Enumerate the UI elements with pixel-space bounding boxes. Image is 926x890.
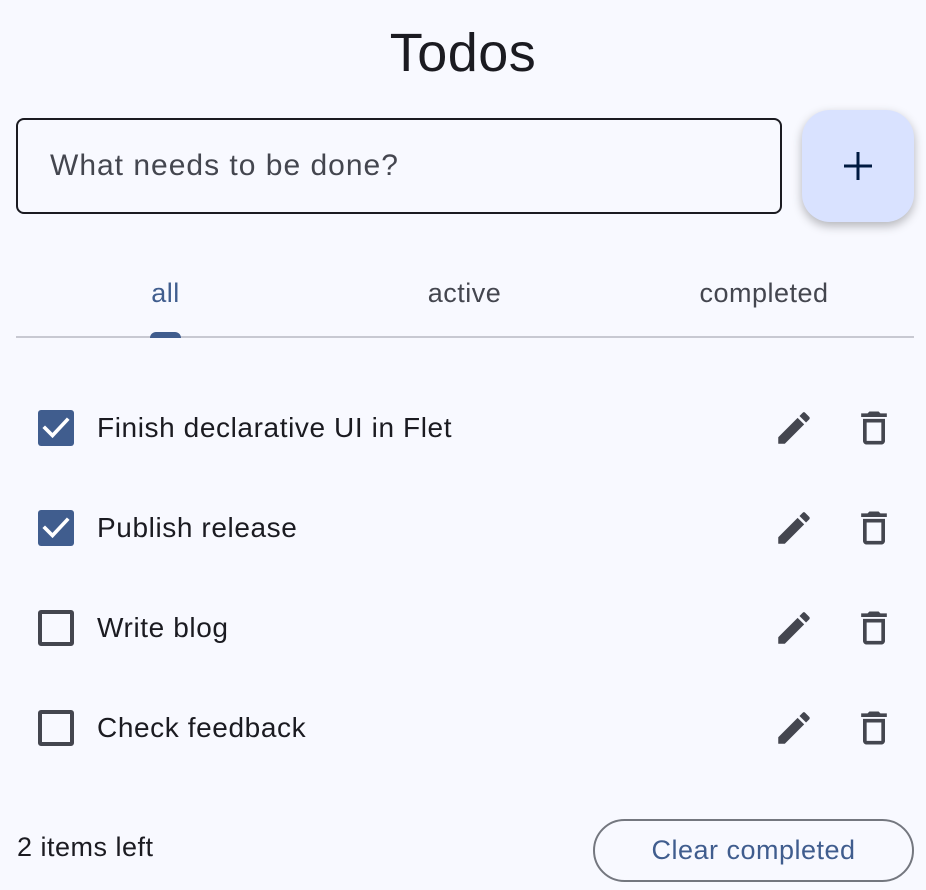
task-label: Check feedback <box>97 712 307 743</box>
edit-task-button[interactable] <box>764 498 824 558</box>
pencil-icon <box>778 412 810 444</box>
trash-icon <box>861 511 887 545</box>
task-label: Write blog <box>97 612 229 643</box>
edit-task-button[interactable] <box>764 598 824 658</box>
tab-active[interactable]: active <box>315 250 614 336</box>
tab-all-label: all <box>151 277 180 308</box>
delete-task-button[interactable] <box>844 398 904 458</box>
delete-task-button[interactable] <box>844 598 904 658</box>
tab-completed[interactable]: completed <box>614 250 914 336</box>
task-checkbox[interactable] <box>38 610 74 646</box>
tab-completed-label: completed <box>699 277 829 308</box>
todo-app: Todos all active completed Finish declar… <box>0 0 926 890</box>
pencil-icon <box>778 712 810 744</box>
tab-indicator <box>150 332 181 338</box>
tab-active-label: active <box>427 277 502 308</box>
plus-icon <box>844 152 872 180</box>
clear-completed-label: Clear completed <box>651 835 856 865</box>
checkmark-icon <box>42 417 70 439</box>
new-task-field[interactable] <box>16 118 782 214</box>
items-left-count: 2 items left <box>17 832 154 862</box>
trash-icon <box>861 611 887 645</box>
trash-icon <box>861 411 887 445</box>
trash-icon <box>861 711 887 745</box>
pencil-icon <box>778 512 810 544</box>
task-row: Check feedback <box>16 688 914 768</box>
task-checkbox[interactable] <box>38 710 74 746</box>
pencil-icon <box>778 612 810 644</box>
task-checkbox[interactable] <box>38 510 74 546</box>
task-checkbox[interactable] <box>38 410 74 446</box>
add-task-button[interactable] <box>802 110 914 222</box>
filter-tabs: all active completed <box>16 250 914 338</box>
new-task-input[interactable] <box>18 120 780 212</box>
task-row: Write blog <box>16 588 914 668</box>
edit-task-button[interactable] <box>764 398 824 458</box>
task-row: Publish release <box>16 488 914 568</box>
checkmark-icon <box>42 517 70 539</box>
delete-task-button[interactable] <box>844 498 904 558</box>
clear-completed-button[interactable]: Clear completed <box>593 819 914 882</box>
edit-task-button[interactable] <box>764 698 824 758</box>
page-title: Todos <box>389 23 537 83</box>
tab-all[interactable]: all <box>16 250 315 336</box>
task-label: Finish declarative UI in Flet <box>97 412 453 443</box>
task-row: Finish declarative UI in Flet <box>16 388 914 468</box>
delete-task-button[interactable] <box>844 698 904 758</box>
task-label: Publish release <box>97 512 298 543</box>
